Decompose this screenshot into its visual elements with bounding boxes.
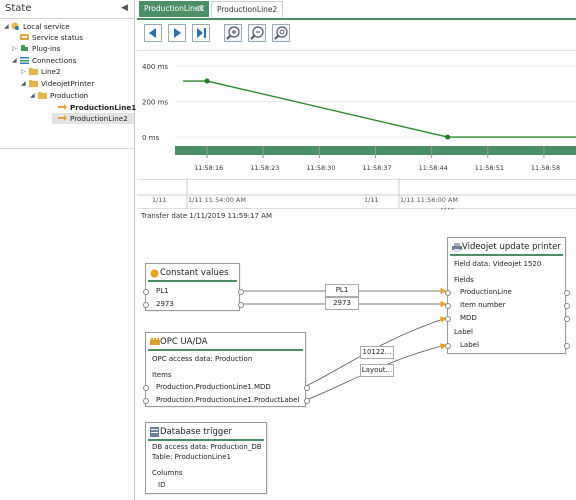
opc-item: Production.ProductionLine1.ProductLabel	[156, 396, 300, 404]
printer-field: ProductionLine	[460, 288, 512, 296]
printer-label-label: Label	[454, 328, 473, 336]
database-icon	[150, 427, 159, 437]
printer-fields-label: Fields	[454, 276, 474, 284]
port-left[interactable]	[445, 316, 451, 322]
node-title: OPC UA/DA	[148, 335, 303, 351]
port-right[interactable]	[564, 303, 570, 309]
port-left[interactable]	[445, 303, 451, 309]
port-left[interactable]	[445, 343, 451, 349]
connector-label: Layout...	[360, 364, 394, 377]
db-column: ID	[158, 481, 166, 489]
printer-field: MDD	[460, 314, 477, 322]
port-right[interactable]	[238, 289, 244, 295]
opc-items-label: Items	[152, 371, 172, 379]
port-right[interactable]	[564, 316, 570, 322]
printer-field: Item number	[460, 301, 506, 309]
db-table: Table: ProductionLine1	[152, 453, 231, 461]
node-title: Database trigger	[148, 425, 264, 441]
port-left[interactable]	[143, 302, 149, 308]
constant-icon	[150, 269, 159, 278]
printer-title: Videojet update printer	[462, 242, 561, 252]
printer-label-field: Label	[460, 341, 479, 349]
port-left[interactable]	[143, 398, 149, 404]
port-right[interactable]	[238, 302, 244, 308]
opc-access: OPC access data: Production	[152, 355, 253, 363]
db-access: DB access data: Production_DB	[152, 443, 262, 451]
port-left[interactable]	[143, 289, 149, 295]
constant-value: 2973	[156, 300, 174, 308]
connector-label: 10122...	[360, 346, 394, 359]
node-title: Constant values	[148, 266, 237, 282]
port-left[interactable]	[143, 385, 149, 391]
videojet-printer-node[interactable]: Videojet update printer Field data: Vide…	[445, 237, 570, 354]
connector-label: 2973	[325, 297, 359, 310]
opc-title: OPC UA/DA	[160, 337, 208, 347]
port-left[interactable]	[445, 290, 451, 296]
connector-label: PL1	[325, 284, 359, 297]
printer-field-data: Field data: Videojet 1520	[454, 260, 542, 268]
constant-values-node[interactable]: Constant values PL1 2973	[143, 263, 244, 311]
db-title: Database trigger	[160, 427, 232, 437]
constant-title: Constant values	[160, 268, 229, 278]
opc-icon	[150, 338, 160, 345]
port-right[interactable]	[304, 385, 310, 391]
database-trigger-node[interactable]: Database trigger DB access data: Product…	[145, 422, 267, 494]
port-right[interactable]	[304, 398, 310, 404]
port-right[interactable]	[564, 343, 570, 349]
node-title: Videojet update printer	[450, 240, 563, 256]
db-columns-label: Columns	[152, 469, 183, 477]
port-right[interactable]	[564, 290, 570, 296]
opc-item: Production.ProductionLine1.MDD	[156, 383, 271, 391]
constant-value: PL1	[156, 287, 169, 295]
opc-node[interactable]: OPC UA/DA OPC access data: Production It…	[143, 332, 310, 407]
printer-icon	[452, 243, 462, 252]
